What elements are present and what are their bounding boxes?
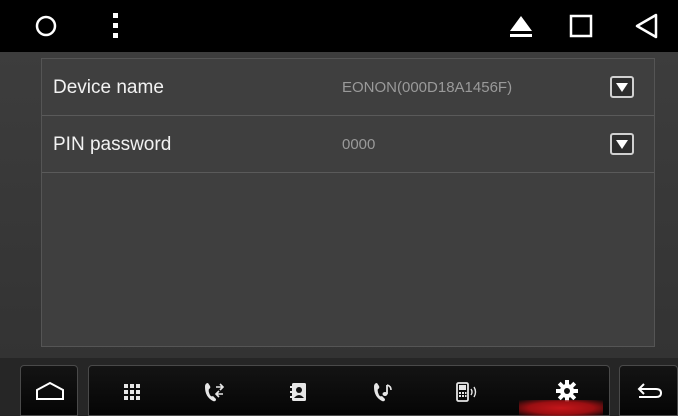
eject-icon[interactable] — [505, 10, 537, 42]
status-bar — [0, 0, 678, 52]
pin-password-value: 0000 — [342, 136, 376, 153]
phone-audio-icon[interactable] — [453, 379, 479, 405]
chevron-down-icon — [616, 140, 628, 149]
pin-password-label: PIN password — [53, 134, 172, 155]
active-tab-indicator — [519, 400, 603, 416]
home-house-icon — [36, 381, 64, 400]
device-name-row[interactable]: Device name EONON(000D18A1456F) — [42, 59, 654, 116]
call-transfer-icon[interactable] — [201, 379, 227, 405]
device-name-label: Device name — [53, 77, 164, 98]
pin-password-row[interactable]: PIN password 0000 — [42, 116, 654, 173]
home-button[interactable] — [20, 365, 78, 416]
pin-password-dropdown-button[interactable] — [610, 133, 634, 155]
return-arrow-icon — [637, 383, 663, 398]
back-triangle-icon[interactable] — [630, 10, 662, 42]
recent-apps-icon[interactable] — [565, 10, 597, 42]
chevron-down-icon — [616, 83, 628, 92]
menu-dots-icon[interactable] — [100, 10, 132, 42]
return-button[interactable] — [619, 365, 678, 416]
bluetooth-settings-panel: Device name EONON(000D18A1456F) PIN pass… — [41, 58, 655, 347]
contacts-icon[interactable] — [286, 379, 312, 405]
call-log-icon[interactable] — [370, 379, 396, 405]
device-name-dropdown-button[interactable] — [610, 76, 634, 98]
dialpad-icon[interactable] — [119, 379, 145, 405]
home-circle-icon[interactable] — [30, 10, 62, 42]
device-name-value: EONON(000D18A1456F) — [342, 79, 513, 96]
